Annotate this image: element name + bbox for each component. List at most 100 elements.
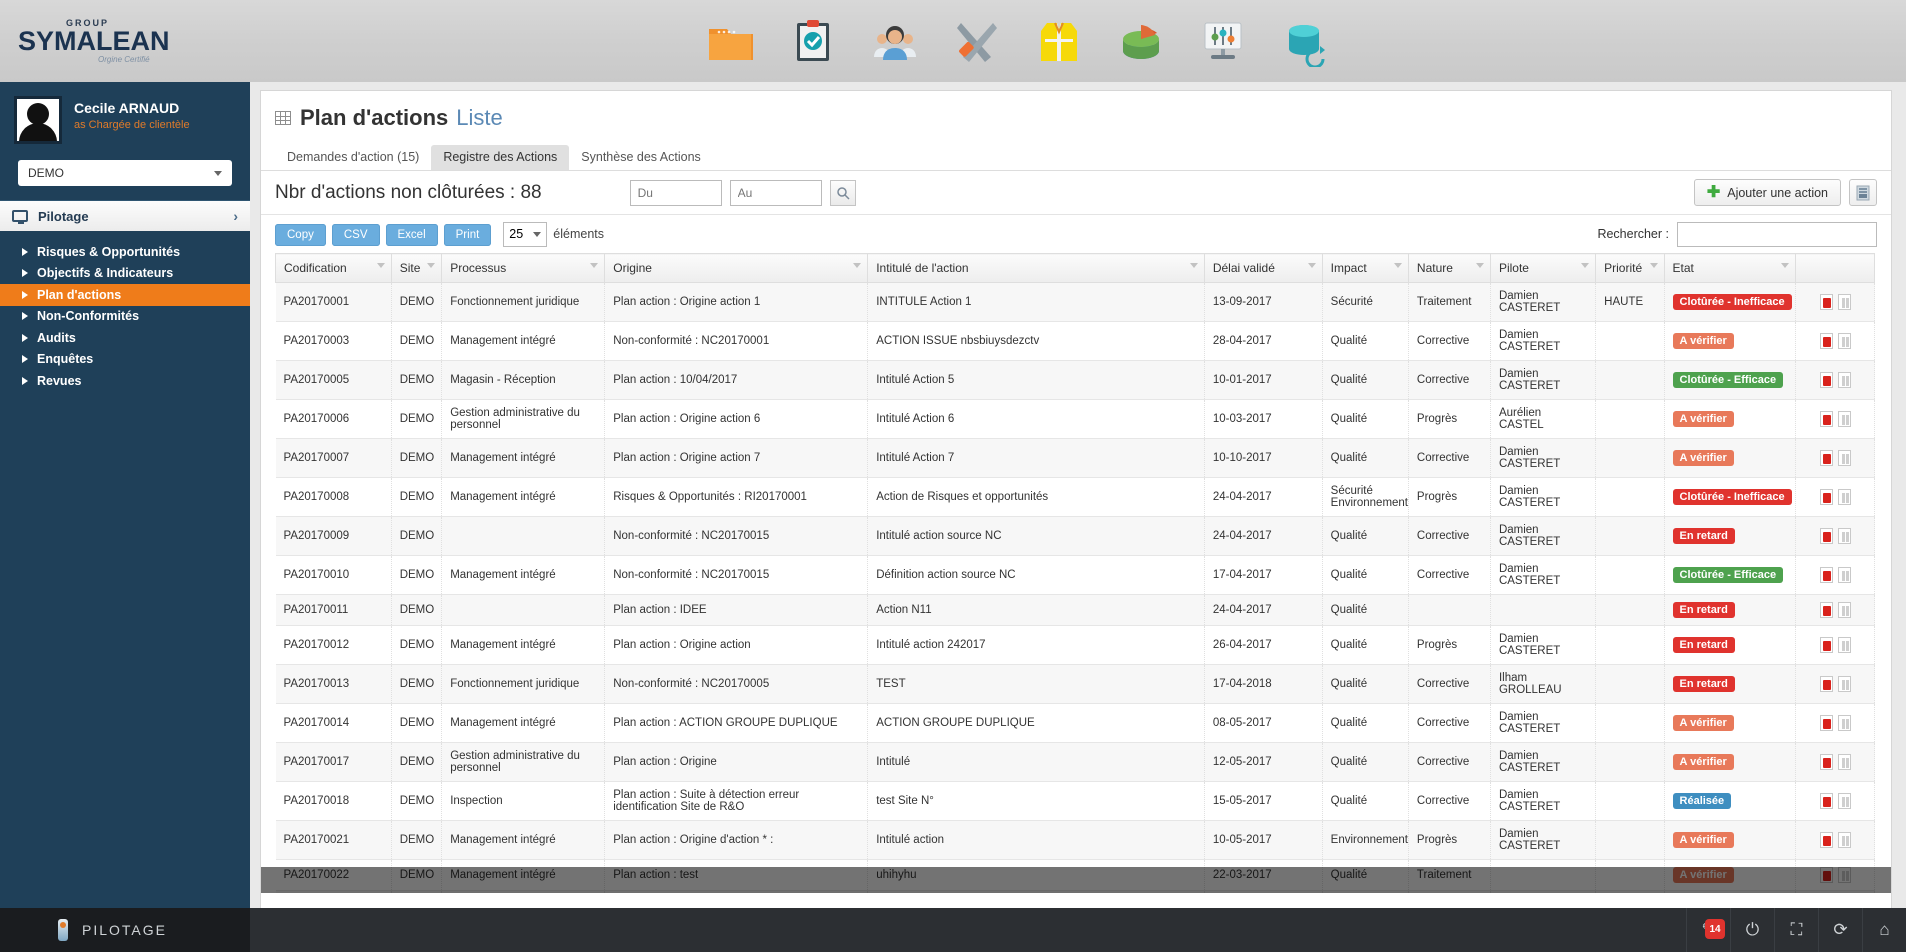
table-row[interactable]: PA20170013 DEMO Fonctionnement juridique No… — [275, 664, 1875, 704]
column-header-actions[interactable] — [1795, 253, 1875, 283]
home-button[interactable]: ⌂ — [1862, 908, 1906, 952]
document-icon[interactable] — [1837, 676, 1851, 692]
people-icon[interactable] — [869, 15, 921, 67]
pdf-export-icon[interactable] — [1819, 602, 1833, 618]
column-header-origine[interactable]: Origine — [604, 253, 869, 283]
tab-3[interactable]: Synthèse des Actions — [569, 145, 713, 170]
column-header-impact[interactable]: Impact — [1322, 253, 1409, 283]
refresh-button[interactable]: ⟳ — [1818, 908, 1862, 952]
pdf-export-icon[interactable] — [1819, 715, 1833, 731]
sort-icon[interactable] — [1307, 263, 1316, 268]
sort-icon[interactable] — [853, 263, 862, 268]
document-icon[interactable] — [1837, 832, 1851, 848]
date-search-button[interactable] — [829, 179, 856, 206]
sort-icon[interactable] — [1475, 263, 1484, 268]
sidebar-item-plan-d-actions[interactable]: Plan d'actions — [0, 284, 250, 306]
column-header-site[interactable]: Site — [391, 253, 443, 283]
pdf-export-icon[interactable] — [1819, 489, 1833, 505]
pdf-export-icon[interactable] — [1819, 567, 1833, 583]
database-sync-icon[interactable] — [1279, 15, 1331, 67]
column-header-priorit[interactable]: Priorité — [1595, 253, 1665, 283]
column-header-pilote[interactable]: Pilote — [1490, 253, 1597, 283]
sidebar-item-risques-opportunit-s[interactable]: Risques & Opportunités — [0, 241, 250, 263]
sort-icon[interactable] — [427, 263, 436, 268]
pdf-export-icon[interactable] — [1819, 676, 1833, 692]
sort-icon[interactable] — [590, 263, 599, 268]
column-header-nature[interactable]: Nature — [1408, 253, 1491, 283]
document-icon[interactable] — [1837, 372, 1851, 388]
clipboard-check-icon[interactable] — [787, 15, 839, 67]
document-icon[interactable] — [1837, 754, 1851, 770]
pdf-export-icon[interactable] — [1819, 637, 1833, 653]
sort-icon[interactable] — [1581, 263, 1590, 268]
table-row[interactable]: PA20170021 DEMO Management intégré Plan act… — [275, 820, 1875, 860]
fullscreen-button[interactable]: ⛶ — [1774, 908, 1818, 952]
export-button-copy[interactable]: Copy — [275, 224, 326, 246]
document-icon[interactable] — [1837, 793, 1851, 809]
page-length-select[interactable]: 25 — [503, 221, 548, 247]
sort-icon[interactable] — [1781, 263, 1789, 268]
export-button-csv[interactable]: CSV — [331, 224, 380, 246]
table-row[interactable]: PA20170023DEMOManagement intégréPlan act… — [275, 890, 1875, 893]
column-header-etat[interactable]: Etat — [1664, 253, 1797, 283]
table-row[interactable]: PA20170011 DEMO Plan action : IDEE Action N… — [275, 594, 1875, 626]
sort-icon[interactable] — [1649, 263, 1658, 268]
pdf-export-icon[interactable] — [1819, 411, 1833, 427]
document-icon[interactable] — [1837, 294, 1851, 310]
sidebar-section-pilotage[interactable]: Pilotage › — [0, 201, 250, 231]
document-icon[interactable] — [1837, 637, 1851, 653]
column-header-d-lai-valid[interactable]: Délai validé — [1204, 253, 1323, 283]
table-row[interactable]: PA20170018 DEMO Inspection Plan action : Su… — [275, 781, 1875, 821]
sidebar-item-non-conformit-s[interactable]: Non-Conformités — [0, 306, 250, 328]
tab-2[interactable]: Registre des Actions — [431, 145, 570, 170]
document-icon[interactable] — [1837, 602, 1851, 618]
excel-export-button[interactable] — [1849, 179, 1877, 206]
column-header-codification[interactable]: Codification — [275, 253, 392, 283]
pdf-export-icon[interactable] — [1819, 333, 1833, 349]
document-icon[interactable] — [1837, 715, 1851, 731]
table-row[interactable]: PA20170006 DEMO Gestion administrative du … — [275, 399, 1875, 439]
settings-sliders-icon[interactable] — [1197, 15, 1249, 67]
site-selector[interactable]: DEMO — [18, 160, 232, 186]
document-icon[interactable] — [1837, 528, 1851, 544]
table-row[interactable]: PA20170003 DEMO Management intégré Non-conf… — [275, 321, 1875, 361]
table-row[interactable]: PA20170008 DEMO Management intégré Risques … — [275, 477, 1875, 517]
pdf-export-icon[interactable] — [1819, 867, 1833, 883]
export-button-print[interactable]: Print — [443, 224, 492, 246]
pdf-export-icon[interactable] — [1819, 754, 1833, 770]
sidebar-item-objectifs-indicateurs[interactable]: Objectifs & Indicateurs — [0, 263, 250, 285]
column-header-processus[interactable]: Processus — [441, 253, 606, 283]
sidebar-item-revues[interactable]: Revues — [0, 370, 250, 392]
table-row[interactable]: PA20170005 DEMO Magasin - Réception Plan ac… — [275, 360, 1875, 400]
document-icon[interactable] — [1837, 867, 1851, 883]
table-row[interactable]: PA20170007 DEMO Management intégré Plan act… — [275, 438, 1875, 478]
pdf-export-icon[interactable] — [1819, 793, 1833, 809]
folder-icon[interactable] — [705, 15, 757, 67]
document-icon[interactable] — [1837, 567, 1851, 583]
pdf-export-icon[interactable] — [1819, 832, 1833, 848]
column-header-intitul-de-l-action[interactable]: Intitulé de l'action — [867, 253, 1205, 283]
sort-icon[interactable] — [1393, 263, 1402, 268]
table-row[interactable]: PA20170012 DEMO Management intégré Plan act… — [275, 625, 1875, 665]
sidebar-item-audits[interactable]: Audits — [0, 327, 250, 349]
tools-icon[interactable] — [951, 15, 1003, 67]
sort-icon[interactable] — [376, 263, 385, 268]
sort-icon[interactable] — [1189, 263, 1198, 268]
document-icon[interactable] — [1837, 489, 1851, 505]
date-to-input[interactable] — [729, 179, 822, 206]
pie-chart-icon[interactable] — [1115, 15, 1167, 67]
pdf-export-icon[interactable] — [1819, 294, 1833, 310]
table-row[interactable]: PA20170022 DEMO Management intégré Plan act… — [275, 859, 1875, 891]
table-row[interactable]: PA20170010 DEMO Management intégré Non-conf… — [275, 555, 1875, 595]
pdf-export-icon[interactable] — [1819, 450, 1833, 466]
edit-button[interactable]: ✎14 — [1686, 908, 1730, 952]
pdf-export-icon[interactable] — [1819, 372, 1833, 388]
export-button-excel[interactable]: Excel — [385, 224, 438, 246]
date-from-input[interactable] — [629, 179, 722, 206]
power-button[interactable]: ⏻ — [1730, 908, 1774, 952]
table-row[interactable]: PA20170009 DEMO Non-conformité : NC2017001… — [275, 516, 1875, 556]
document-icon[interactable] — [1837, 333, 1851, 349]
document-icon[interactable] — [1837, 450, 1851, 466]
taskbar-brand[interactable]: PILOTAGE — [0, 908, 250, 952]
table-row[interactable]: PA20170001 DEMO Fonctionnement juridique Pl… — [275, 282, 1875, 322]
